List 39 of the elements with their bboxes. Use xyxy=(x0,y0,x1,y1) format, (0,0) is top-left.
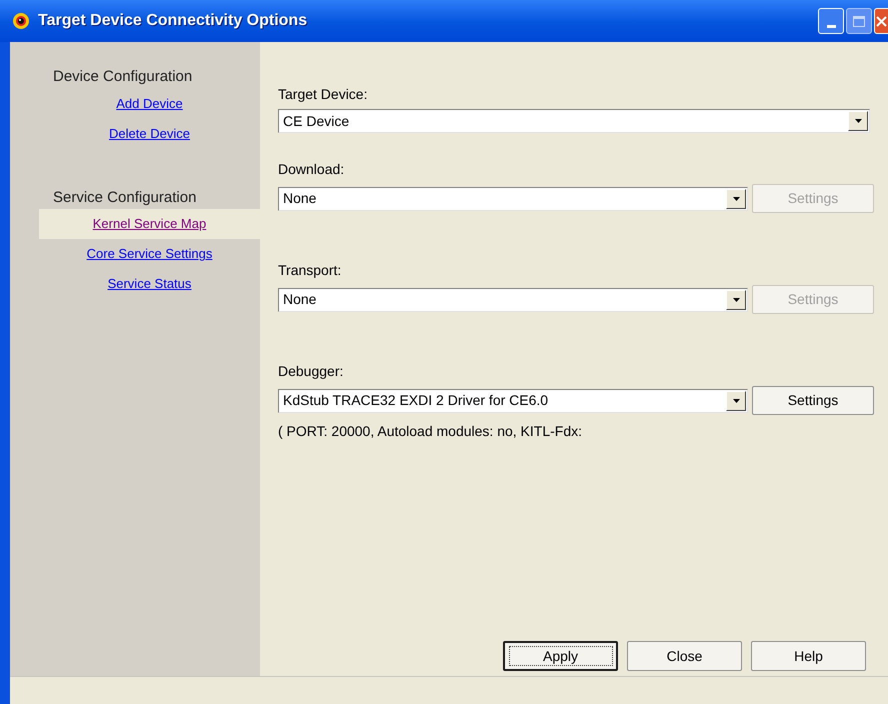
nav-link[interactable]: Kernel Service Map xyxy=(92,214,206,234)
nav-link[interactable]: Delete Device xyxy=(109,124,190,144)
nav-item[interactable]: Kernel Service Map xyxy=(39,209,260,239)
nav-link[interactable]: Add Device xyxy=(116,94,183,114)
section-heading: Service Configuration xyxy=(52,188,198,208)
minimize-button[interactable] xyxy=(818,8,844,34)
section-heading: Device Configuration xyxy=(52,67,194,87)
nav-item[interactable]: Service Status xyxy=(39,269,260,299)
nav-item[interactable]: Core Service Settings xyxy=(39,239,260,269)
app-icon xyxy=(12,12,30,30)
dropdown[interactable]: None xyxy=(278,288,748,312)
maximize-button[interactable] xyxy=(846,8,872,34)
nav-item[interactable]: Add Device xyxy=(39,88,260,118)
close-button[interactable] xyxy=(874,8,888,34)
nav-item[interactable]: Delete Device xyxy=(39,118,260,148)
settings-button[interactable]: Settings xyxy=(752,386,874,415)
nav-link[interactable]: Service Status xyxy=(108,274,192,294)
caret-icon xyxy=(732,398,740,402)
debugger-info: ( PORT: 20000, Autoload modules: no, KITL-Fdx: xyxy=(278,422,584,441)
field-label: Transport: xyxy=(278,261,342,280)
window-title: Target Device Connectivity Options xyxy=(38,11,308,31)
caret-icon xyxy=(732,298,740,302)
nav-link[interactable]: Core Service Settings xyxy=(86,244,212,264)
dialog-button[interactable]: Close xyxy=(627,641,742,671)
field-label: Target Device: xyxy=(278,85,368,104)
dropdown-value: CE Device xyxy=(282,112,350,130)
dropdown-value: None xyxy=(282,290,318,309)
dropdown[interactable]: KdStub TRACE32 EXDI 2 Driver for CE6.0 xyxy=(278,388,748,412)
dialog-button[interactable]: Help xyxy=(751,641,866,671)
caret-icon xyxy=(854,119,862,123)
close-icon xyxy=(876,16,887,26)
field-label: Debugger: xyxy=(278,362,344,381)
dropdown[interactable]: None xyxy=(278,186,748,210)
dropdown[interactable]: CE Device xyxy=(278,109,870,133)
dialog-button[interactable]: Apply xyxy=(503,641,618,671)
caret-icon xyxy=(732,196,740,200)
field-label: Download: xyxy=(278,160,346,179)
dropdown-value: None xyxy=(282,189,318,208)
dropdown-value: KdStub TRACE32 EXDI 2 Driver for CE6.0 xyxy=(282,391,550,410)
